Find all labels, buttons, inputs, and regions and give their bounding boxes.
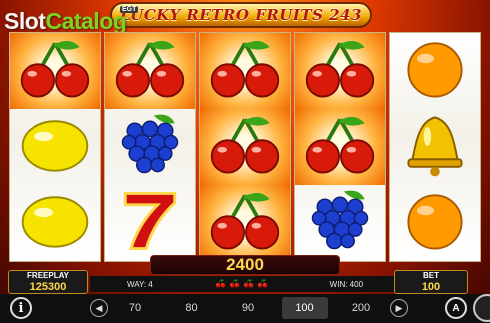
bet-option-70[interactable]: 70 [112, 297, 158, 319]
cherry-icon [207, 186, 283, 261]
cherry-icon [207, 34, 283, 109]
seven-icon [112, 186, 188, 261]
win-label: WIN: 400 [329, 279, 364, 289]
bet-option-80[interactable]: 80 [169, 297, 215, 319]
reel-cell [105, 33, 195, 109]
bet-prev-arrow-icon[interactable]: ◀ [90, 299, 108, 317]
watermark-text-main: Slot [4, 8, 46, 34]
reel-cell [200, 33, 290, 109]
reel-3 [199, 32, 291, 262]
game-title: LUCKY RETRO FRUITS 243 [120, 6, 362, 24]
bet-option-100[interactable]: 100 [281, 297, 328, 319]
win-amount-display: 2400 [150, 255, 340, 275]
freeplay-label: FREEPLAY [27, 271, 69, 280]
reel-cell [105, 109, 195, 185]
bell-icon [397, 110, 473, 185]
info-button[interactable]: i [10, 297, 32, 319]
cherry-icon [302, 34, 378, 109]
win-symbol-icons [215, 278, 268, 291]
orange-icon [397, 34, 473, 109]
freeplay-panel: FREEPLAY 125300 [8, 270, 88, 294]
reel-cell [200, 109, 290, 185]
game-title-banner: LUCKY RETRO FRUITS 243 [110, 2, 372, 28]
reel-grid [9, 32, 481, 262]
reel-cell [10, 185, 100, 261]
cherry-icon [215, 278, 226, 291]
reel-2 [104, 32, 196, 262]
bet-option-200[interactable]: 200 [338, 297, 384, 319]
reel-cell [10, 109, 100, 185]
reel-cell [295, 185, 385, 261]
reel-cell [10, 33, 100, 109]
reel-1 [9, 32, 101, 262]
bet-value: 100 [421, 281, 441, 293]
reel-cell [390, 185, 480, 261]
autoplay-button[interactable]: A [445, 297, 467, 319]
reel-cell [390, 33, 480, 109]
bet-label: BET [423, 271, 439, 280]
cherry-icon [112, 34, 188, 109]
watermark-text-accent: Catalog [45, 8, 127, 34]
reel-cell [295, 33, 385, 109]
cherry-icon [17, 34, 93, 109]
way-label: WAY: 4 [126, 279, 153, 289]
cherry-icon [257, 278, 268, 291]
reel-cell [105, 185, 195, 261]
cherry-icon [302, 110, 378, 185]
cherry-icon [229, 278, 240, 291]
grapes-icon [302, 186, 378, 261]
cherry-icon [243, 278, 254, 291]
bet-panel: BET 100 [394, 270, 468, 294]
game-stage: LUCKY RETRO FRUITS 243 EGT SlotCatalog F… [0, 0, 490, 323]
lemon-icon [17, 110, 93, 185]
cherry-icon [207, 110, 283, 185]
slotcatalog-watermark: SlotCatalog [4, 8, 127, 35]
bet-options: 70 80 90 100 200 [112, 296, 384, 320]
reel-cell [390, 109, 480, 185]
grapes-icon [112, 110, 188, 185]
win-info-bar: WAY: 4 WIN: 400 [90, 276, 400, 292]
reel-4 [294, 32, 386, 262]
bet-option-90[interactable]: 90 [225, 297, 271, 319]
reel-cell [200, 185, 290, 261]
reel-cell [295, 109, 385, 185]
freeplay-value: 125300 [29, 281, 67, 293]
orange-icon [397, 186, 473, 261]
bet-next-arrow-icon[interactable]: ▶ [390, 299, 408, 317]
reel-5 [389, 32, 481, 262]
lemon-icon [17, 186, 93, 261]
